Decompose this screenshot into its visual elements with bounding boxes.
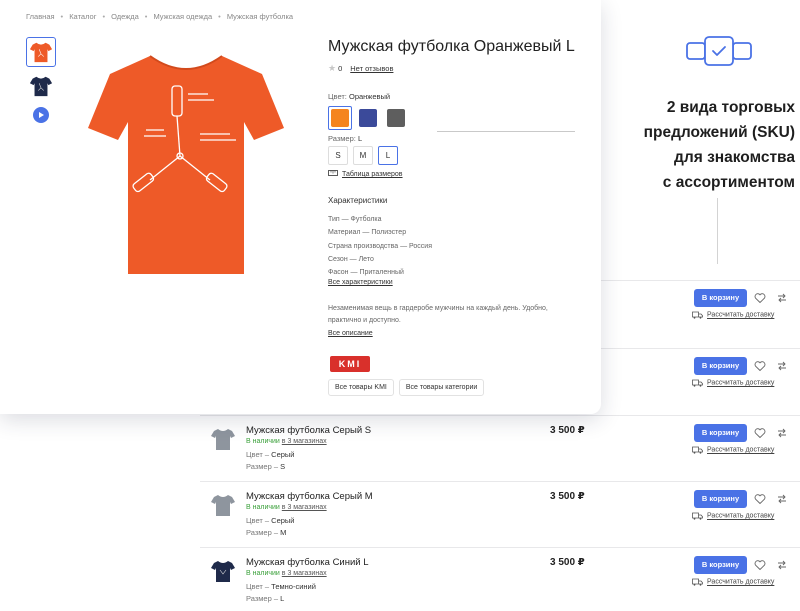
characteristic-item: Фасон — Приталенный [328, 269, 404, 277]
truck-icon [692, 512, 703, 520]
sku-row: Мужская футболка Серый S В наличии в 3 м… [200, 415, 800, 481]
calc-delivery-link[interactable]: Рассчитать доставку [692, 311, 774, 319]
tshirt-thumbnail[interactable] [210, 492, 236, 518]
gallery-thumbnails [26, 37, 56, 123]
calc-delivery-link[interactable]: Рассчитать доставку [692, 578, 774, 586]
add-to-cart-button[interactable]: В корзину [694, 289, 747, 307]
sku-price: 3 500 ₽ [550, 557, 585, 568]
characteristics-heading: Характеристики [328, 196, 388, 205]
color-label: Цвет: Оранжевый [328, 92, 391, 101]
rating: ★ 0 Нет отзывов [328, 63, 393, 74]
size-label: Размер: L [328, 134, 363, 143]
video-play-button[interactable] [33, 107, 49, 123]
tshirt-thumbnail[interactable] [210, 426, 236, 452]
size-option-s[interactable]: S [328, 146, 348, 165]
breadcrumb-current: Мужская футболка [226, 12, 294, 21]
add-to-cart-button[interactable]: В корзину [694, 556, 747, 574]
brand-goods-button[interactable]: Все товары KMI [328, 379, 394, 396]
breadcrumb-item[interactable]: Мужская одежда [153, 12, 212, 21]
calc-delivery-link[interactable]: Рассчитать доставку [692, 446, 774, 454]
play-icon [39, 112, 44, 118]
thumbnail-navy[interactable] [26, 71, 56, 101]
category-goods-button[interactable]: Все товары категории [398, 379, 485, 396]
add-to-cart-button[interactable]: В корзину [694, 424, 747, 442]
breadcrumb: Главная • Каталог • Одежда • Мужская одежда • Му… [26, 12, 294, 21]
compare-icon[interactable] [776, 360, 788, 372]
breadcrumb-item[interactable]: Главная [26, 12, 55, 21]
all-characteristics-link[interactable]: Все характеристики [328, 279, 393, 286]
color-swatch-orange[interactable] [328, 106, 352, 130]
add-to-cart-button[interactable]: В корзину [694, 490, 747, 508]
size-options: S M L [328, 146, 403, 165]
star-icon: ★ [328, 63, 337, 73]
all-description-link[interactable]: Все описание [328, 330, 373, 337]
truck-icon [692, 379, 703, 387]
calc-delivery-link[interactable]: Рассчитать доставку [692, 379, 774, 387]
breadcrumb-item[interactable]: Одежда [111, 12, 139, 21]
sku-name[interactable]: Мужская футболка Серый S [246, 425, 371, 436]
brand-logo[interactable]: KMI [330, 356, 370, 372]
characteristic-item: Сезон — Лето [328, 255, 374, 263]
sku-row: Мужская футболка Синий L В наличии в 3 м… [200, 547, 800, 611]
heart-icon[interactable] [754, 559, 766, 571]
sku-size: Размер – S [246, 462, 286, 471]
add-to-cart-button[interactable]: В корзину [694, 357, 747, 375]
compare-icon[interactable] [776, 427, 788, 439]
characteristics-list: Тип — Футболка Материал — Полиэстер Стра… [328, 213, 432, 279]
annotation-text: 2 вида торговых предложений (SKU) для зн… [643, 99, 795, 191]
product-title: Мужская футболка Оранжевый L [328, 38, 575, 55]
compare-icon[interactable] [776, 493, 788, 505]
size-option-l[interactable]: L [378, 146, 398, 165]
tshirt-icon [29, 76, 53, 97]
color-swatch-blue[interactable] [356, 106, 380, 130]
sku-color: Цвет – Серый [246, 450, 295, 459]
characteristic-item: Материал — Полиэстер [328, 229, 407, 237]
annotation-divider [717, 198, 718, 264]
sku-name[interactable]: Мужская футболка Серый M [246, 491, 373, 502]
compare-icon[interactable] [776, 292, 788, 304]
characteristic-item: Тип — Футболка [328, 216, 382, 223]
sku-color: Цвет – Темно-синий [246, 582, 316, 591]
ruler-icon [328, 170, 338, 176]
calc-delivery-link[interactable]: Рассчитать доставку [692, 512, 774, 520]
sku-price: 3 500 ₽ [550, 491, 585, 502]
heart-icon[interactable] [754, 493, 766, 505]
brand-category-buttons: Все товары KMI Все товары категории [328, 379, 489, 396]
sku-row: Мужская футболка Серый M В наличии в 3 м… [200, 481, 800, 547]
sku-options-icon [686, 36, 752, 66]
stock-status: В наличии в 3 магазинах [246, 570, 327, 577]
size-table-link[interactable]: Таблица размеров [328, 170, 403, 178]
heart-icon[interactable] [754, 292, 766, 304]
tshirt-icon [29, 42, 53, 63]
tshirt-thumbnail[interactable] [210, 558, 236, 584]
product-description: Незаменимая вещь в гардеробе мужчины на … [328, 305, 548, 324]
truck-icon [692, 446, 703, 454]
color-swatch-gray[interactable] [384, 106, 408, 130]
heart-icon[interactable] [754, 427, 766, 439]
thumbnail-orange[interactable] [26, 37, 56, 67]
size-option-m[interactable]: M [353, 146, 373, 165]
product-card: Главная • Каталог • Одежда • Мужская одежда • Му… [0, 0, 601, 414]
sku-price: 3 500 ₽ [550, 425, 585, 436]
sku-name[interactable]: Мужская футболка Синий L [246, 557, 369, 568]
rating-value: 0 [338, 64, 343, 73]
color-swatches [328, 106, 412, 130]
sku-color: Цвет – Серый [246, 516, 295, 525]
annotation-connector [437, 131, 575, 132]
product-main-image[interactable] [88, 48, 284, 280]
truck-icon [692, 578, 703, 586]
characteristic-item: Страна производства — Россия [328, 242, 432, 250]
reviews-link[interactable]: Нет отзывов [350, 64, 393, 73]
stock-status: В наличии в 3 магазинах [246, 438, 327, 445]
truck-icon [692, 311, 703, 319]
sku-size: Размер – M [246, 528, 287, 537]
breadcrumb-item[interactable]: Каталог [69, 12, 96, 21]
compare-icon[interactable] [776, 559, 788, 571]
sku-size: Размер – L [246, 594, 285, 603]
heart-icon[interactable] [754, 360, 766, 372]
stock-status: В наличии в 3 магазинах [246, 504, 327, 511]
